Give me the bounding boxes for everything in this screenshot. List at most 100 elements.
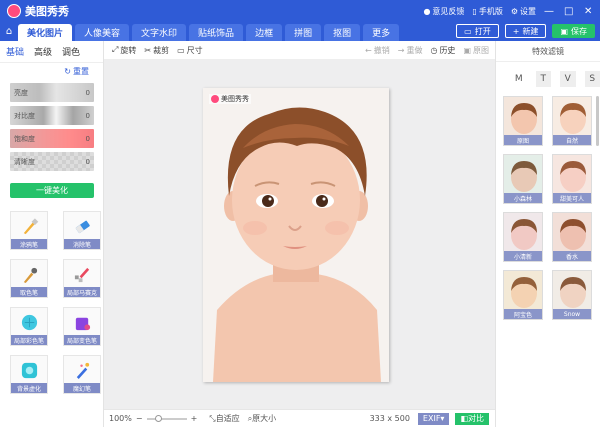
redo-label: 重做 [406, 45, 423, 55]
app-logo: 美图秀秀 [7, 3, 69, 19]
brush-icon [23, 218, 39, 235]
tab-beautify[interactable]: 美化图片 [18, 24, 73, 41]
crop-label: 裁剪 [153, 45, 170, 55]
canvas-area: 美图秀秀 [104, 60, 495, 409]
tool-background-blur[interactable]: 背景虚化 [10, 355, 48, 394]
filter-thumb-image [560, 277, 586, 308]
gear-icon: ⚙ [510, 6, 518, 16]
fit-label: 自适应 [215, 414, 240, 423]
filter-fresh[interactable]: 小清新 [503, 212, 543, 262]
crop-button[interactable]: ✂ 裁剪 [144, 45, 169, 56]
filter-abao[interactable]: 阿宝色 [503, 270, 543, 320]
compare-button[interactable]: ◧ 对比 [455, 412, 489, 425]
zoom-slider[interactable] [146, 414, 187, 422]
tab-collage[interactable]: 拼图 [285, 24, 322, 41]
filter-original[interactable]: 原图 [503, 96, 543, 146]
undo-label: 撤销 [373, 45, 390, 55]
save-label: 保存 [571, 26, 587, 36]
filter-snow[interactable]: Snow [552, 270, 592, 320]
saturation-slider[interactable]: 饱和度 0 [10, 129, 94, 148]
tab-border[interactable]: 边框 [246, 24, 283, 41]
settings-button[interactable]: ⚙ 设置 [511, 6, 536, 17]
tool-eraser[interactable]: 消除笔 [63, 211, 101, 250]
filter-scrollbar[interactable] [596, 96, 599, 146]
reset-label: 重置 [73, 66, 89, 76]
redo-button[interactable]: → 重做 [398, 45, 423, 56]
brightness-slider[interactable]: 亮度 0 [10, 83, 94, 102]
maximize-button[interactable]: □ [564, 6, 576, 17]
tool-color-picker[interactable]: 取色笔 [10, 259, 48, 298]
tool-label: 取色笔 [11, 287, 47, 297]
filter-natural[interactable]: 自然 [552, 96, 592, 146]
filter-thumb-image [560, 219, 586, 250]
exif-button[interactable]: EXIF ▾ [417, 412, 450, 425]
filter-category-s[interactable]: S [584, 71, 600, 87]
filter-label: 原图 [504, 135, 542, 145]
sharpness-slider[interactable]: 清晰度 0 [10, 152, 94, 171]
history-label: 历史 [439, 45, 456, 55]
main-tab-bar: ⌂ 美化图片 人像美容 文字水印 贴纸饰品 边框 拼图 抠图 更多 ▭ 打开 + 新… [0, 22, 600, 41]
tool-local-color[interactable]: 局部彩色笔 [10, 307, 48, 346]
subtab-color[interactable]: 调色 [62, 45, 80, 58]
close-button[interactable]: ✕ [584, 6, 596, 17]
tab-stickers[interactable]: 贴纸饰品 [189, 24, 244, 41]
one-key-beautify-button[interactable]: 一键美化 [10, 183, 94, 198]
slider-label: 清晰度 [14, 157, 35, 166]
slider-label: 饱和度 [14, 134, 35, 143]
filter-category-t[interactable]: T [535, 71, 551, 87]
tool-label: 背景虚化 [11, 383, 47, 393]
filter-category-v[interactable]: V [560, 71, 576, 87]
zoom-in-button[interactable]: + [191, 414, 198, 423]
save-button[interactable]: ▣ 保存 [552, 24, 595, 38]
tab-cutout[interactable]: 抠图 [324, 24, 361, 41]
tool-label: 局部马赛克 [64, 287, 100, 297]
filter-label: 小清新 [504, 251, 542, 261]
zoom-out-button[interactable]: − [136, 414, 143, 423]
tool-label: 涂鸦笔 [11, 239, 47, 249]
minimize-button[interactable]: — [544, 6, 556, 17]
mobile-label: 手机版 [478, 6, 503, 16]
filter-label: 香水 [553, 251, 591, 261]
subtab-basic[interactable]: 基础 [6, 45, 24, 58]
clock-icon: ◷ [430, 45, 438, 55]
tab-portrait[interactable]: 人像美容 [75, 24, 130, 41]
tool-local-recolor[interactable]: 局部变色笔 [63, 307, 101, 346]
redo-arrow-icon: → [397, 45, 405, 55]
zoom-slider-knob[interactable] [154, 414, 162, 422]
reset-button[interactable]: ↻ 重置 [0, 63, 103, 79]
size-label: 尺寸 [186, 45, 203, 55]
contrast-slider[interactable]: 对比度 0 [10, 106, 94, 125]
filter-forest[interactable]: 小森林 [503, 154, 543, 204]
mobile-button[interactable]: ▯ 手机版 [472, 6, 502, 17]
size-button[interactable]: ▭ 尺寸 [177, 45, 203, 56]
tool-doodle[interactable]: 涂鸦笔 [10, 211, 48, 250]
undo-arrow-icon: ← [365, 45, 372, 55]
filter-sweet[interactable]: 甜美可人 [552, 154, 592, 204]
filter-thumb-image [560, 161, 586, 192]
tool-magic-brush[interactable]: 魔幻笔 [63, 355, 101, 394]
open-button[interactable]: ▭ 打开 [456, 24, 499, 38]
subtab-advanced[interactable]: 高级 [34, 45, 52, 58]
filter-category-m[interactable]: M [511, 71, 527, 87]
undo-button[interactable]: ← 撤销 [365, 45, 390, 56]
tab-more[interactable]: 更多 [363, 24, 400, 41]
tool-mosaic[interactable]: 局部马赛克 [63, 259, 101, 298]
rotate-button[interactable]: ⤢ 旋转 [112, 45, 136, 56]
fit-button[interactable]: ⤡自适应 [209, 413, 239, 424]
new-button[interactable]: + 新建 [504, 24, 547, 38]
recolor-brush-icon [75, 317, 91, 331]
filter-label: 小森林 [504, 193, 542, 203]
home-icon[interactable]: ⌂ [0, 22, 18, 41]
compare-label: 对比 [468, 414, 484, 423]
actual-size-button[interactable]: ⌕原大小 [248, 413, 276, 424]
tool-label: 消除笔 [64, 239, 100, 249]
filter-panel: 特效滤镜 M T V S 原图 自然 小森林 甜美可人 小清新 香水 阿宝色 S… [495, 41, 600, 427]
baby-photo[interactable]: 美图秀秀 [203, 88, 389, 382]
zoom-level: 100% [109, 414, 132, 423]
history-button[interactable]: ◷ 历史 [430, 45, 455, 56]
original-button[interactable]: ▣ 原图 [463, 45, 489, 56]
feedback-button[interactable]: ● 意见反馈 [423, 6, 464, 17]
filter-perfume[interactable]: 香水 [552, 212, 592, 262]
new-label: 新建 [522, 26, 539, 36]
tab-text-watermark[interactable]: 文字水印 [132, 24, 187, 41]
